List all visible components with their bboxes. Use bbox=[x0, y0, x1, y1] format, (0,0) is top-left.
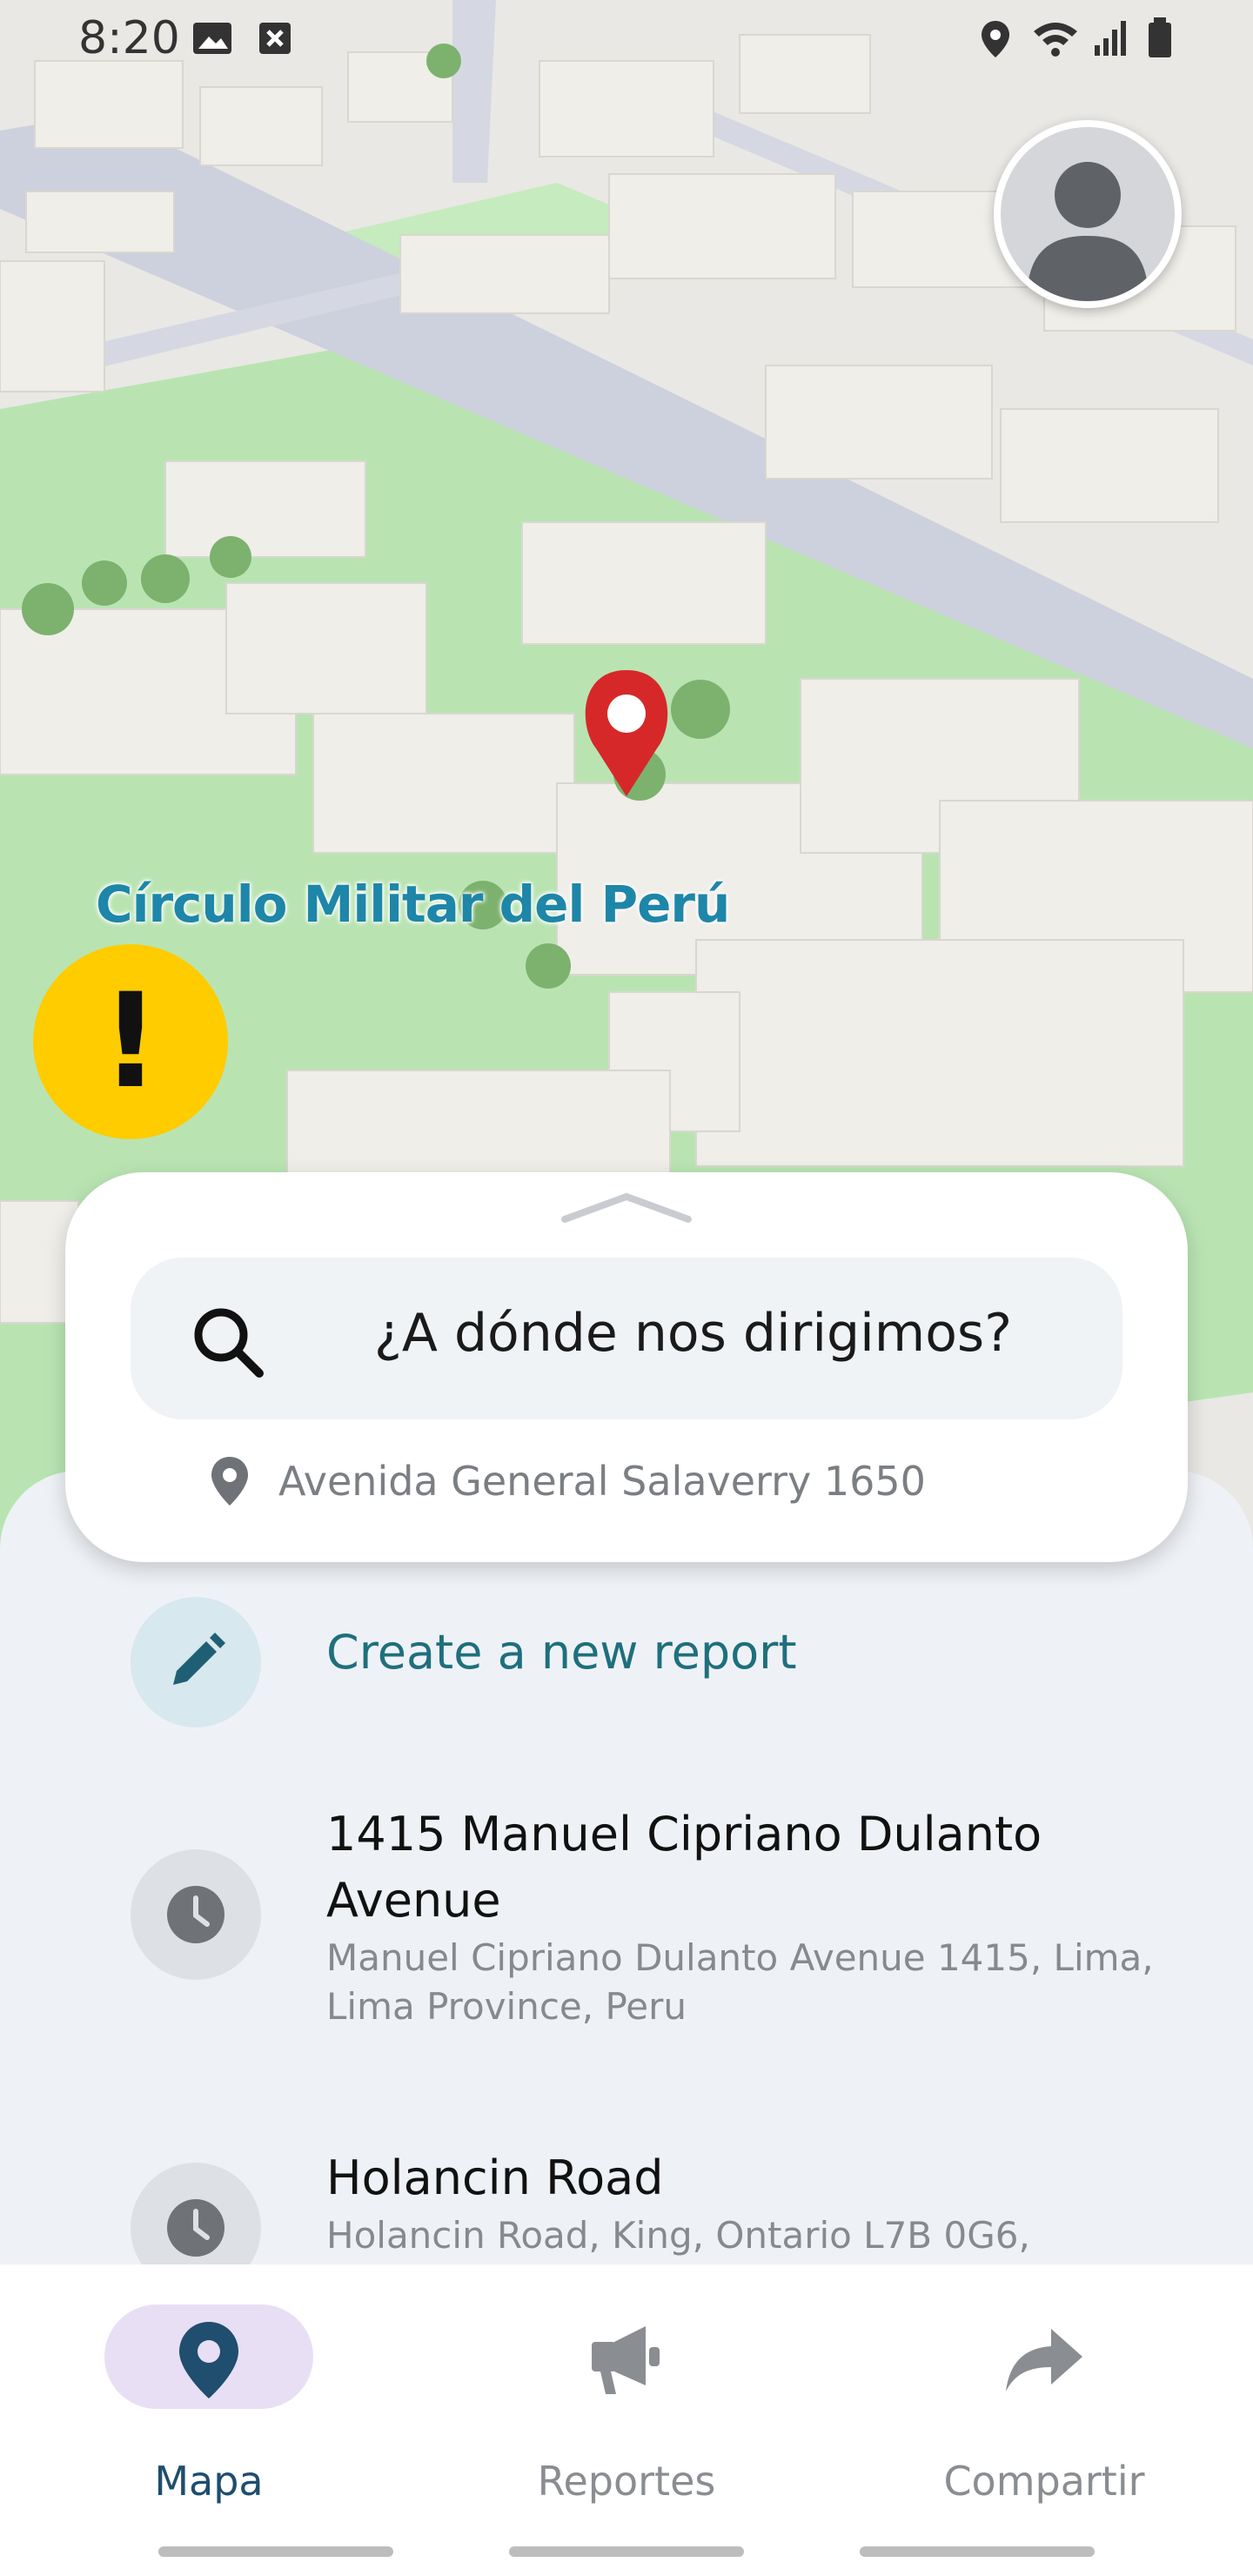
gesture-bar-center bbox=[509, 2546, 744, 2557]
alert-button[interactable]: ! bbox=[33, 944, 228, 1139]
close-notification-icon bbox=[259, 23, 291, 54]
exclamation-icon: ! bbox=[100, 966, 161, 1117]
nav-label-compartir: Compartir bbox=[943, 2458, 1145, 2505]
history-icon-circle bbox=[131, 1849, 261, 1980]
list-item[interactable]: 1415 Manuel Cipriano Dulanto Avenue Manu… bbox=[0, 1801, 1253, 2045]
clock-icon bbox=[167, 2199, 224, 2257]
list-item[interactable]: Holancin Road Holancin Road, King, Ontar… bbox=[0, 2145, 1253, 2293]
wifi-icon bbox=[1034, 23, 1077, 57]
nav-item-reportes[interactable]: Reportes bbox=[452, 2264, 801, 2505]
megaphone-icon bbox=[583, 2317, 670, 2404]
search-card: ¿A dónde nos dirigimos? Avenida General … bbox=[65, 1172, 1188, 1562]
create-report-label: Create a new report bbox=[326, 1625, 797, 1680]
profile-avatar-button[interactable] bbox=[994, 120, 1182, 308]
nav-label-reportes: Reportes bbox=[537, 2458, 716, 2505]
nav-item-mapa[interactable]: Mapa bbox=[35, 2264, 383, 2505]
list-item-subtitle: Manuel Cipriano Dulanto Avenue 1415, Lim… bbox=[326, 1936, 1154, 2028]
gesture-bar-left bbox=[158, 2546, 393, 2557]
location-pin-icon bbox=[211, 1457, 248, 1506]
chevron-up-icon[interactable] bbox=[559, 1190, 694, 1224]
search-placeholder: ¿A dónde nos dirigimos? bbox=[374, 1303, 1013, 1364]
share-arrow-icon bbox=[1001, 2317, 1088, 2404]
search-icon bbox=[194, 1308, 264, 1378]
create-report-item[interactable]: Create a new report bbox=[0, 1597, 1253, 1727]
search-input[interactable]: ¿A dónde nos dirigimos? bbox=[131, 1258, 1122, 1419]
current-location-row[interactable]: Avenida General Salaverry 1650 bbox=[209, 1455, 926, 1507]
gesture-bar-right bbox=[860, 2546, 1095, 2557]
map-pin-icon bbox=[165, 2317, 252, 2404]
signal-icon bbox=[1095, 21, 1126, 56]
gallery-notification-icon bbox=[193, 23, 231, 54]
status-bar: 8:20 bbox=[0, 0, 1253, 78]
location-status-icon bbox=[982, 21, 1009, 57]
pencil-icon bbox=[173, 1633, 225, 1685]
list-item-title: Holancin Road bbox=[326, 2150, 664, 2205]
battery-icon bbox=[1149, 17, 1171, 57]
user-silhouette-icon bbox=[1027, 162, 1149, 301]
list-item-subtitle: Holancin Road, King, Ontario L7B 0G6, bbox=[326, 2214, 1030, 2257]
status-time: 8:20 bbox=[78, 12, 180, 64]
nav-label-mapa: Mapa bbox=[154, 2458, 264, 2505]
nav-item-compartir[interactable]: Compartir bbox=[870, 2264, 1218, 2505]
create-report-icon-circle bbox=[131, 1597, 261, 1727]
poi-label[interactable]: Círculo Militar del Perú bbox=[96, 875, 730, 934]
bottom-navigation: Mapa Reportes Compartir bbox=[0, 2264, 1253, 2576]
avatar bbox=[1001, 127, 1175, 301]
clock-icon bbox=[167, 1886, 224, 1943]
current-location-text: Avenida General Salaverry 1650 bbox=[278, 1458, 926, 1505]
list-item-title: 1415 Manuel Cipriano Dulanto Avenue bbox=[326, 1807, 1042, 1928]
